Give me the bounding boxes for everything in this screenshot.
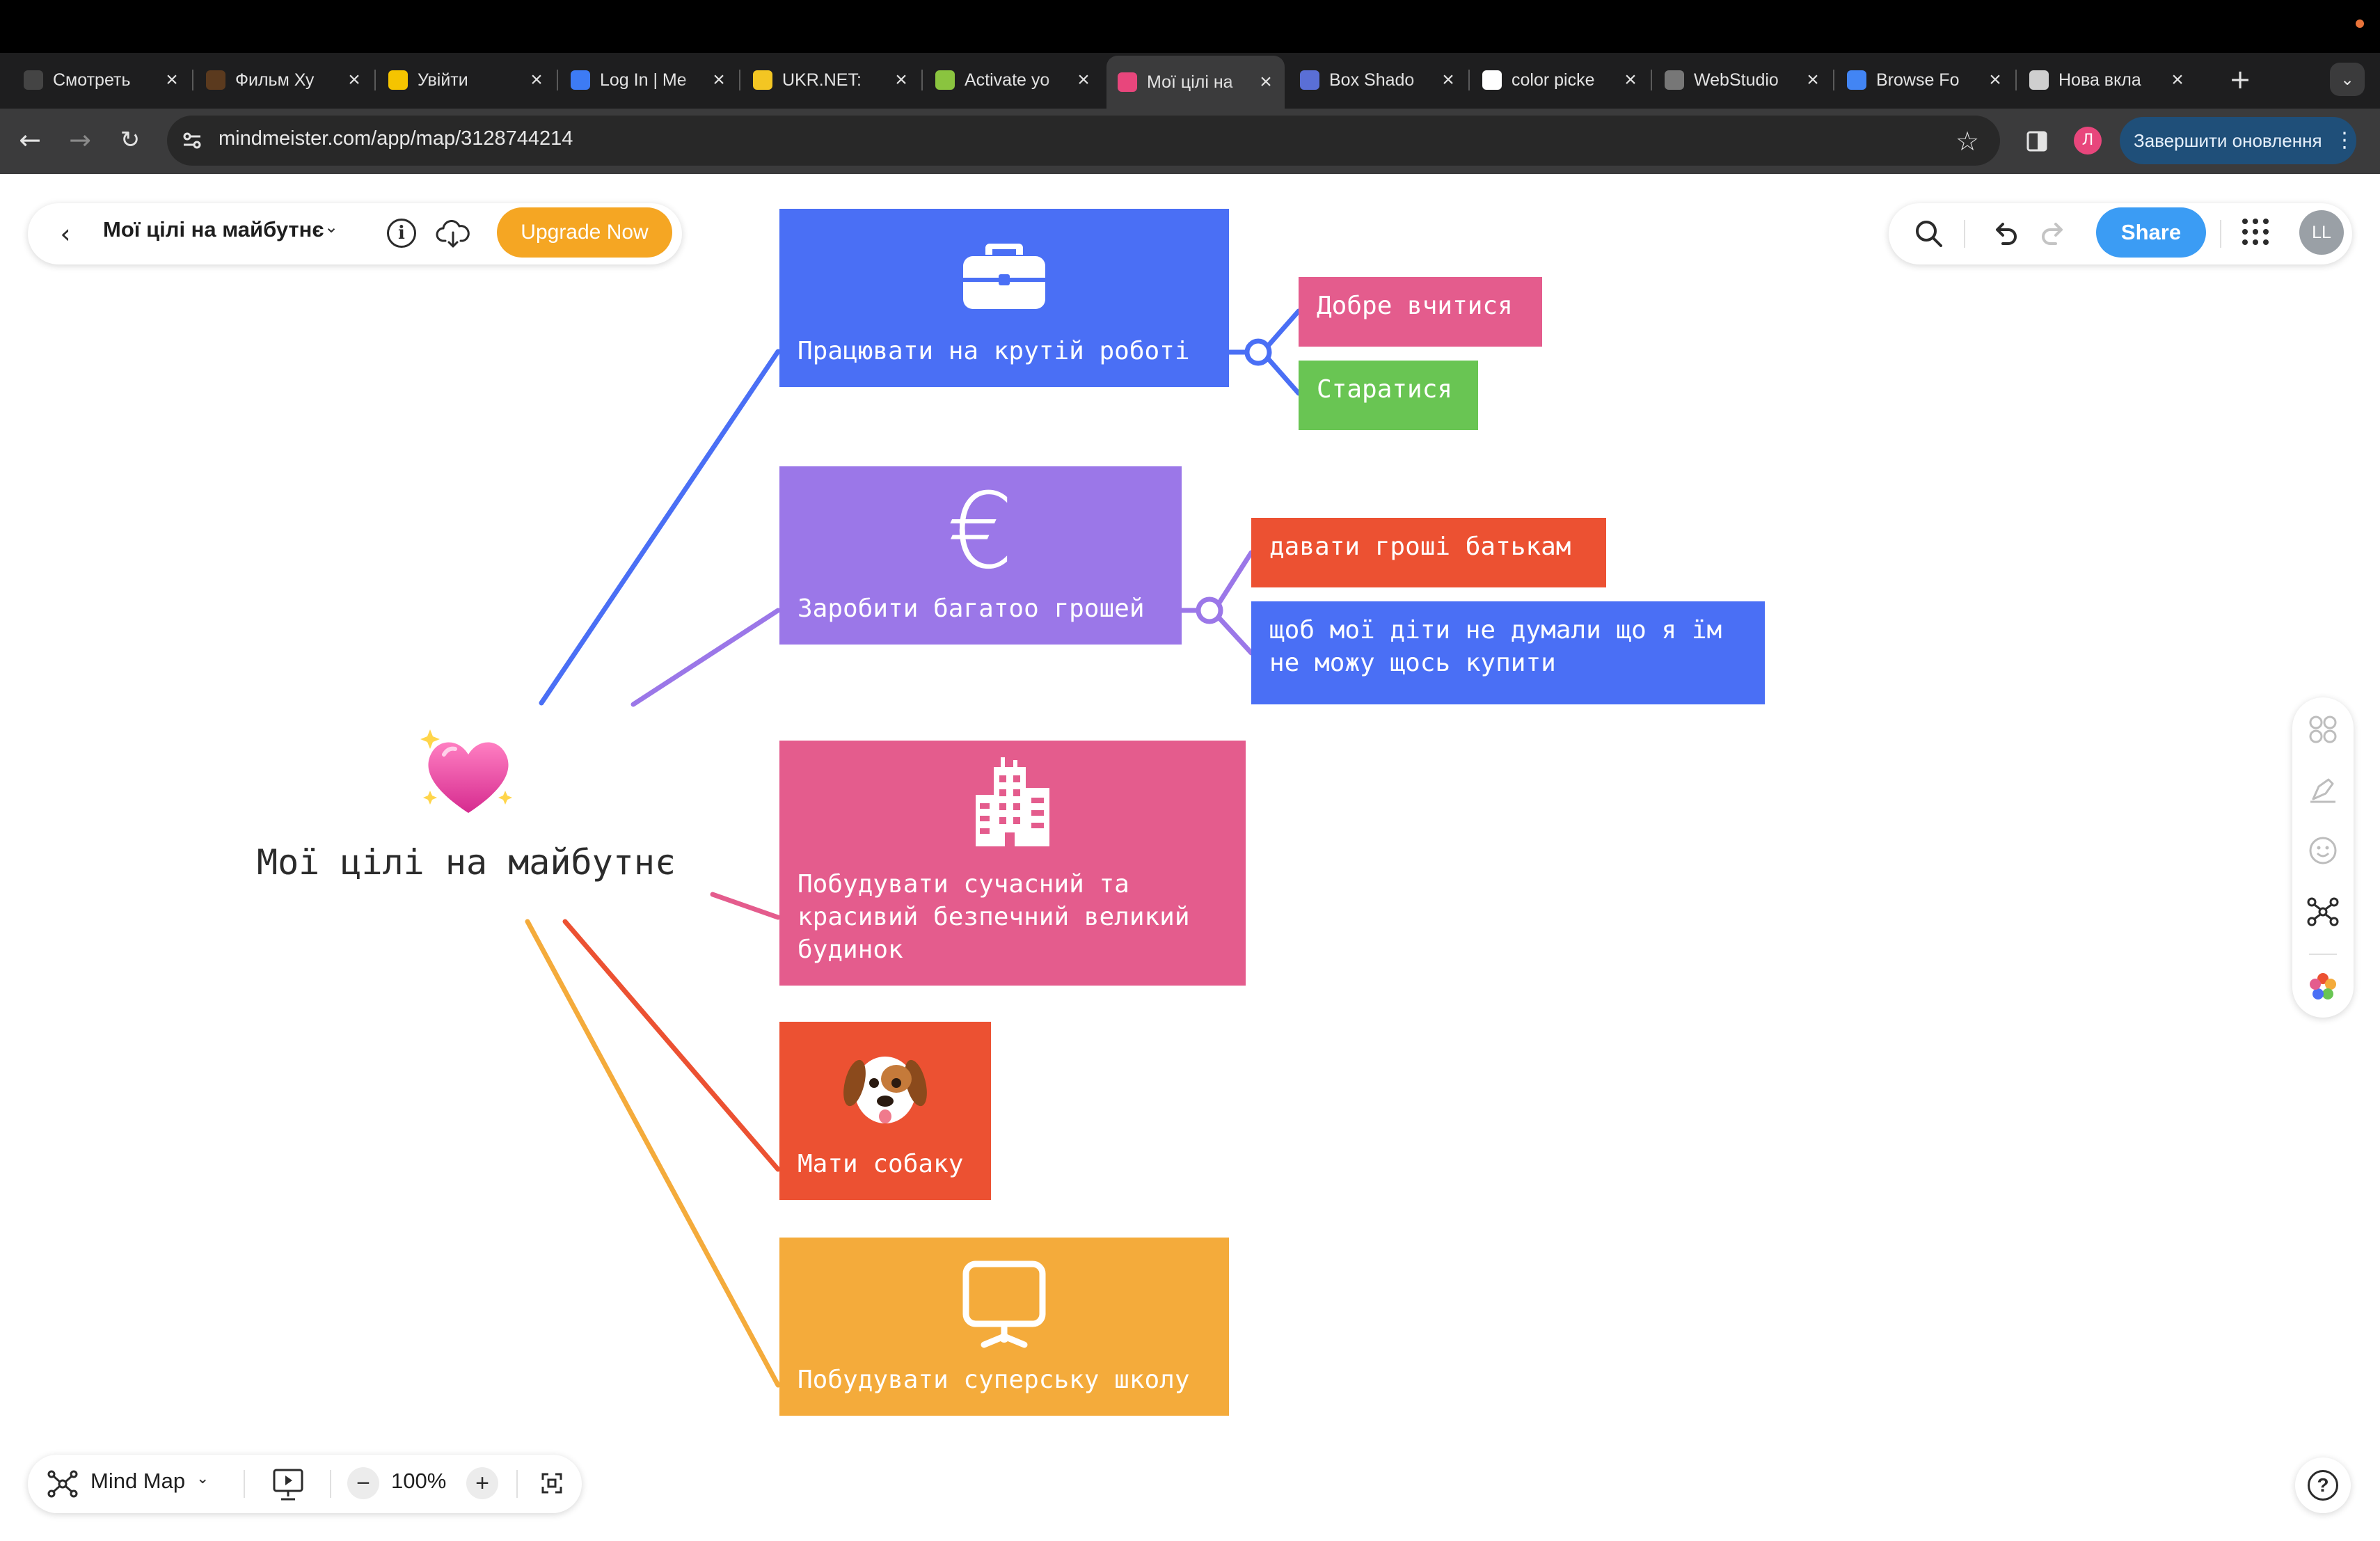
help-icon[interactable]: ? <box>2308 1470 2338 1501</box>
view-mode-chevron-down-icon[interactable]: ⌄ <box>196 1470 209 1487</box>
style-brush-icon[interactable] <box>2302 768 2344 810</box>
node-label: Працювати на крутій роботі <box>798 337 1190 365</box>
presentation-icon[interactable] <box>267 1464 309 1503</box>
node-label: Заробити багатоо грошей <box>798 594 1145 623</box>
layout-icon[interactable] <box>2302 709 2344 750</box>
emoji-icon[interactable] <box>2302 830 2344 871</box>
view-mode-label[interactable]: Mind Map <box>90 1469 185 1494</box>
bottom-divider <box>244 1470 245 1498</box>
root-node-label[interactable]: Мої цілі на майбутнє <box>209 842 724 883</box>
connector-school <box>525 919 781 1388</box>
mind-map-layout-icon[interactable] <box>46 1467 79 1501</box>
bottom-divider <box>330 1470 331 1498</box>
subnode-kids-wishes[interactable]: щоб мої діти не думали що я їм не можу щ… <box>1251 601 1765 704</box>
zoom-in-button[interactable]: + <box>466 1467 498 1499</box>
node-dog[interactable]: Мати собаку <box>779 1022 991 1200</box>
connector-work <box>539 349 781 706</box>
node-label: Побудувати сучасний та красивий безпечни… <box>798 870 1190 964</box>
bottom-divider <box>516 1470 518 1498</box>
fit-to-screen-icon[interactable] <box>534 1466 569 1501</box>
color-palette-icon[interactable] <box>2302 966 2344 1008</box>
node-school[interactable]: Побудувати суперську школу <box>779 1238 1229 1416</box>
zoom-level: 100% <box>391 1469 447 1493</box>
node-house[interactable]: Побудувати сучасний та красивий безпечни… <box>779 741 1246 986</box>
dog-face-icon <box>779 1047 991 1139</box>
subnode-give-parents[interactable]: давати гроші батькам <box>1251 518 1606 587</box>
presentation-board-icon <box>779 1258 1229 1357</box>
subnode-try-hard[interactable]: Старатися <box>1299 361 1478 430</box>
connector-house <box>710 892 781 920</box>
node-label: Побудувати суперську школу <box>798 1366 1190 1394</box>
branch-knob-work <box>1244 338 1272 366</box>
node-work[interactable]: Працювати на крутій роботі <box>779 209 1229 387</box>
connector-money <box>630 608 781 707</box>
sparkling-heart-icon <box>416 724 521 821</box>
zoom-out-button[interactable]: − <box>347 1467 379 1499</box>
node-label: Мати собаку <box>798 1150 964 1178</box>
side-tools-divider <box>2309 954 2337 955</box>
connections-icon[interactable] <box>2302 891 2344 933</box>
briefcase-icon <box>779 234 1229 322</box>
euro-icon: € <box>947 471 1014 592</box>
branch-knob-money <box>1196 596 1223 624</box>
subnode-study-well[interactable]: Добре вчитися <box>1299 277 1542 347</box>
node-money[interactable]: € Заробити багатоо грошей <box>779 466 1182 645</box>
buildings-icon <box>779 757 1246 856</box>
